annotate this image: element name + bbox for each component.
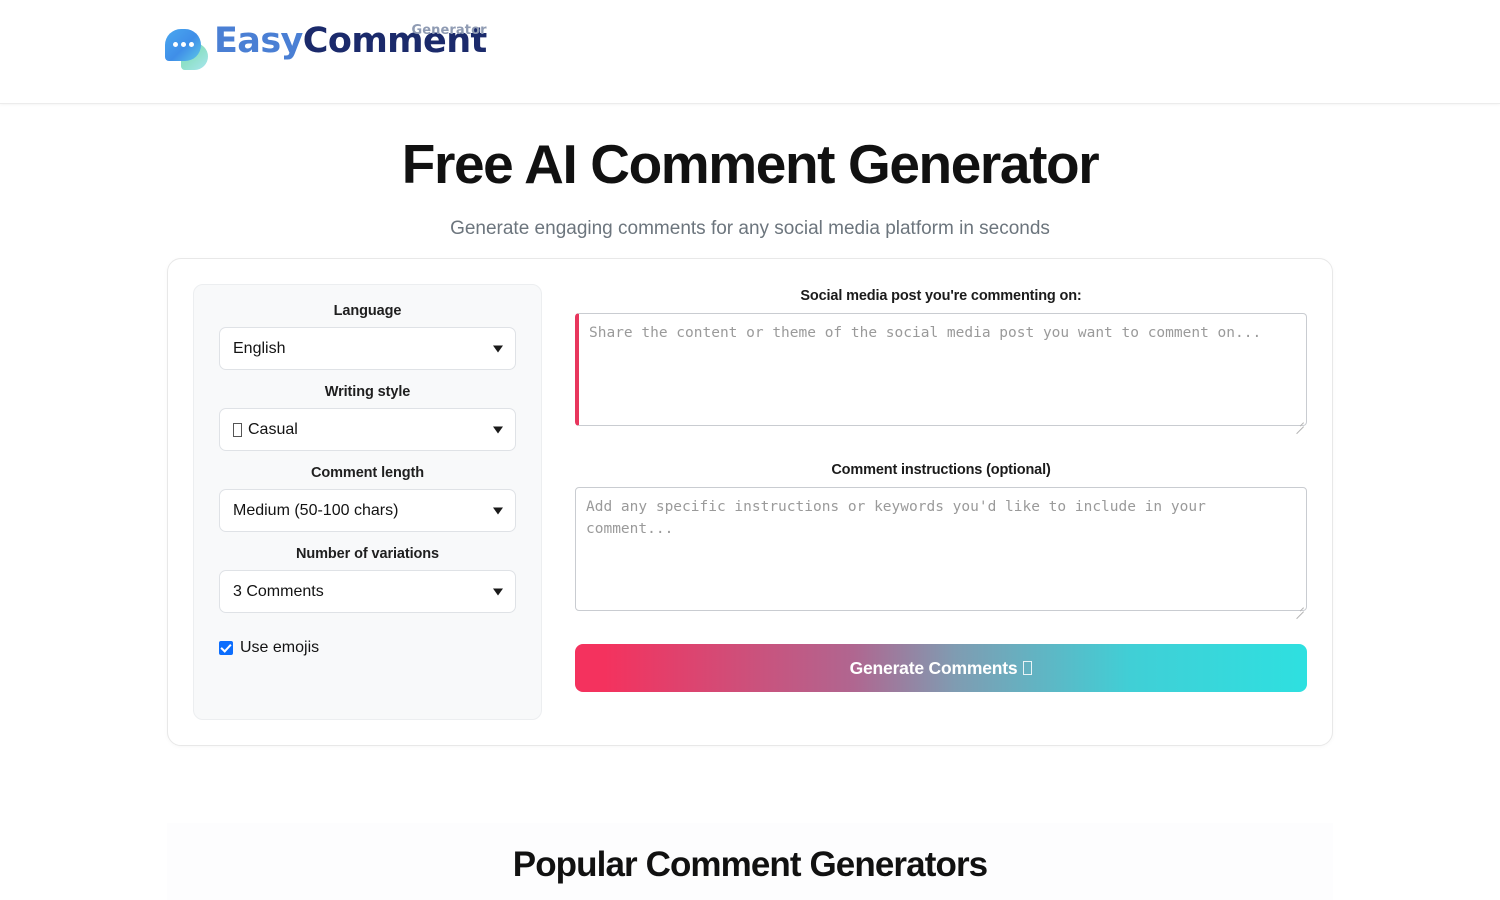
post-field-label: Social media post you're commenting on: bbox=[800, 288, 1082, 304]
language-select-value: English bbox=[233, 339, 286, 357]
variations-group: Number of variations 3 Comments bbox=[219, 546, 516, 613]
chevron-down-icon bbox=[493, 345, 503, 352]
instructions-field-label: Comment instructions (optional) bbox=[831, 462, 1051, 478]
logo[interactable]: Generator EasyComment bbox=[165, 20, 487, 80]
language-select[interactable]: English bbox=[219, 327, 516, 370]
chevron-down-icon bbox=[493, 507, 503, 514]
instructions-textarea-wrap bbox=[575, 487, 1307, 616]
generate-comments-button[interactable]: Generate Comments bbox=[575, 644, 1307, 692]
generator-card: Language English Writing style Casual Co… bbox=[167, 258, 1333, 746]
post-textarea[interactable] bbox=[575, 313, 1307, 426]
post-textarea-wrap bbox=[575, 313, 1307, 431]
comment-length-select[interactable]: Medium (50-100 chars) bbox=[219, 489, 516, 532]
use-emojis-label: Use emojis bbox=[240, 639, 320, 656]
checkbox-checked-icon bbox=[219, 641, 233, 655]
writing-style-select-value: Casual bbox=[248, 420, 298, 438]
language-group: Language English bbox=[219, 303, 516, 370]
variations-select[interactable]: 3 Comments bbox=[219, 570, 516, 613]
writing-style-label: Writing style bbox=[324, 384, 411, 400]
page-subtitle: Generate engaging comments for any socia… bbox=[450, 217, 1050, 239]
comment-length-group: Comment length Medium (50-100 chars) bbox=[219, 465, 516, 532]
comment-length-select-value: Medium (50-100 chars) bbox=[233, 501, 399, 519]
chevron-down-icon bbox=[493, 426, 503, 433]
chevron-down-icon bbox=[493, 588, 503, 595]
popular-generators-title: Popular Comment Generators bbox=[512, 845, 988, 884]
variations-label: Number of variations bbox=[295, 546, 440, 562]
speech-bubble-icon bbox=[165, 28, 211, 73]
comment-length-label: Comment length bbox=[311, 465, 424, 481]
logo-word-easy: Easy bbox=[214, 20, 303, 61]
hero-section: Free AI Comment Generator Generate engag… bbox=[0, 104, 1500, 240]
use-emojis-checkbox[interactable]: Use emojis bbox=[219, 639, 516, 657]
generate-comments-button-label: Generate Comments bbox=[849, 657, 1018, 678]
writing-style-select[interactable]: Casual bbox=[219, 408, 516, 451]
logo-superscript: Generator bbox=[411, 22, 487, 38]
missing-emoji-glyph-icon bbox=[233, 422, 242, 437]
writing-style-group: Writing style Casual bbox=[219, 384, 516, 451]
logo-text: Generator EasyComment bbox=[214, 20, 487, 61]
page-title: Free AI Comment Generator bbox=[401, 133, 1100, 195]
instructions-textarea[interactable] bbox=[575, 487, 1307, 611]
language-label: Language bbox=[333, 303, 402, 319]
form-panel: Social media post you're commenting on: … bbox=[575, 284, 1307, 720]
variations-select-value: 3 Comments bbox=[233, 582, 324, 600]
options-panel: Language English Writing style Casual Co… bbox=[193, 284, 542, 720]
site-header: Generator EasyComment bbox=[0, 0, 1500, 104]
popular-generators-section: Popular Comment Generators bbox=[167, 823, 1333, 900]
missing-emoji-glyph-icon bbox=[1023, 661, 1033, 675]
